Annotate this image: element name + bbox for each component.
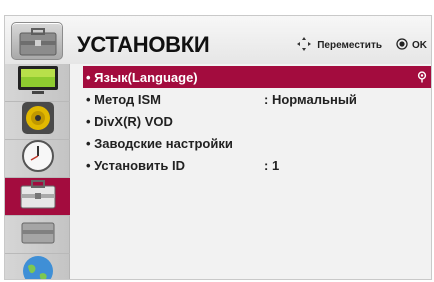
- menu-item-label: • DivX(R) VOD: [86, 113, 173, 129]
- menu-item-ism-method[interactable]: • Метод ISM : Нормальный: [83, 88, 431, 110]
- sidebar-item-time[interactable]: [5, 140, 70, 178]
- ok-label: OK: [412, 39, 427, 51]
- move-label: Переместить: [317, 39, 382, 51]
- clock-icon: [21, 139, 55, 178]
- category-sidebar: [5, 64, 70, 279]
- sidebar-item-picture[interactable]: [5, 64, 70, 102]
- move-arrows-icon: [295, 36, 313, 54]
- settings-menu: • Язык(Language) • Метод ISM : Нормальны…: [83, 64, 431, 279]
- ok-button-icon: [396, 37, 408, 53]
- page-title: УСТАНОВКИ: [77, 32, 210, 57]
- menu-item-value: : 1: [264, 157, 280, 173]
- menu-item-label: • Установить ID: [86, 157, 186, 173]
- sidebar-item-network[interactable]: [5, 254, 70, 279]
- speaker-icon: [20, 101, 56, 140]
- toolbox-icon: [18, 178, 58, 215]
- menu-item-label: • Язык(Language): [86, 69, 198, 85]
- sidebar-item-audio[interactable]: [5, 102, 70, 140]
- menu-item-set-id[interactable]: • Установить ID : 1: [83, 154, 431, 176]
- wrench-icon: [18, 217, 58, 252]
- toolbox-icon: [11, 22, 63, 60]
- pin-icon: [417, 71, 427, 86]
- menu-item-label: • Заводские настройки: [86, 135, 233, 151]
- monitor-icon: [12, 64, 64, 101]
- menu-item-value: : Нормальный: [264, 91, 357, 107]
- navigation-hint: Переместить OK: [295, 36, 427, 54]
- sidebar-item-option[interactable]: [5, 216, 70, 254]
- menu-item-label: • Метод ISM: [86, 91, 161, 107]
- menu-item-language[interactable]: • Язык(Language): [83, 66, 431, 88]
- globe-icon: [21, 254, 55, 279]
- header-bar: УСТАНОВКИ Переместить OK: [5, 16, 431, 64]
- sidebar-item-setup[interactable]: [5, 178, 70, 216]
- menu-item-divx-vod[interactable]: • DivX(R) VOD: [83, 110, 431, 132]
- menu-item-factory-reset[interactable]: • Заводские настройки: [83, 132, 431, 154]
- settings-window: УСТАНОВКИ Переместить OK • Язык(Language…: [4, 15, 432, 280]
